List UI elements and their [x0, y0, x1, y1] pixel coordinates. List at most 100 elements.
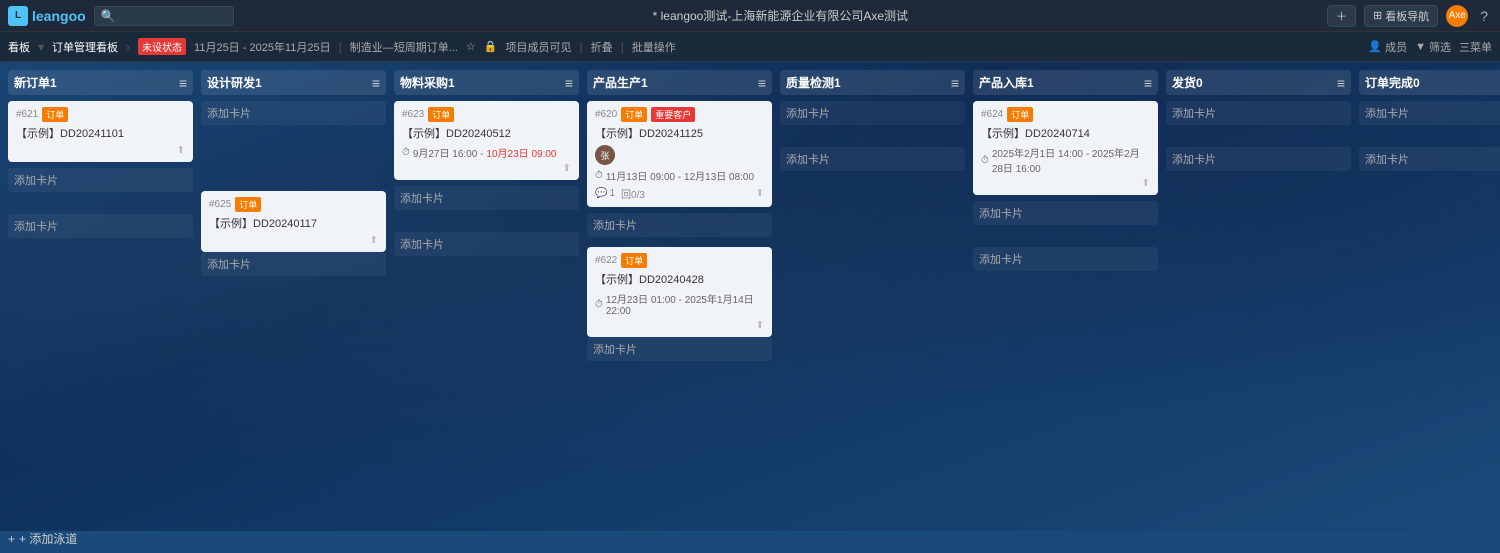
top-navigation: L leangoo 🔍 * leangoo测试-上海新能源企业有限公司Axe测试…	[0, 0, 1500, 32]
card-dd20240714[interactable]: #624 订单 【示例】DD20240714 ⏱ 2025年2月1日 14:00…	[973, 101, 1158, 195]
card-archive-623[interactable]: ⬆	[563, 163, 571, 174]
card-tag-625: 订单	[235, 197, 261, 212]
plus-button[interactable]: ＋	[1327, 5, 1356, 27]
card-tag-row-624: #624 订单	[981, 107, 1150, 122]
column-complete: 订单完成0 ≡ 添加卡片 添加卡片	[1359, 70, 1500, 514]
board-nav-label: 看板导航	[1385, 8, 1429, 24]
add-card-col5-row2[interactable]: 添加卡片	[780, 147, 965, 171]
toolbar-member[interactable]: 👤 成员	[1368, 39, 1407, 55]
add-card-col5[interactable]: 添加卡片	[780, 101, 965, 125]
column-title-shipping: 发货0	[1172, 74, 1203, 91]
add-card-col6-row2[interactable]: 添加卡片	[973, 247, 1158, 271]
card-dd20241125[interactable]: #620 订单 重要客户 【示例】DD20241125 张 ⏱ 11月13日 0…	[587, 101, 772, 207]
toolbar-visibility[interactable]: 项目成员可见	[505, 39, 571, 55]
toolbar-industry[interactable]: 制造业—短周期订单...	[350, 39, 458, 55]
plus-lane-icon: +	[8, 532, 15, 546]
column-title-warehouse: 产品入库1	[979, 74, 1034, 91]
status-badge: 未设状态	[138, 38, 186, 55]
add-card-col3-row2[interactable]: 添加卡片	[394, 232, 579, 256]
column-title-procurement: 物料采购1	[400, 74, 455, 91]
column-header-warehouse: 产品入库1 ≡	[973, 70, 1158, 95]
card-archive-624[interactable]: ⬆	[1142, 178, 1150, 189]
add-card-col1[interactable]: 添加卡片	[8, 168, 193, 192]
card-tag-620: 订单	[621, 107, 647, 122]
card-footer-623: ⬆	[402, 163, 571, 174]
add-card-col3[interactable]: 添加卡片	[394, 186, 579, 210]
column-menu-icon-ship[interactable]: ≡	[1337, 75, 1345, 91]
card-archive-620[interactable]: ⬆	[756, 188, 764, 199]
add-card-col8[interactable]: 添加卡片	[1359, 101, 1500, 125]
column-menu-icon-wh[interactable]: ≡	[1144, 75, 1152, 91]
clock-icon-620: ⏱	[595, 170, 603, 181]
logo[interactable]: L leangoo	[8, 6, 86, 26]
card-tag-row-625: #625 订单	[209, 197, 378, 212]
toolbar-filter[interactable]: ▼ 筛选	[1415, 39, 1451, 55]
card-footer-624: ⬆	[981, 178, 1150, 189]
card-avatar-zhang: 张	[595, 145, 615, 165]
add-card-col8-row2[interactable]: 添加卡片	[1359, 147, 1500, 171]
card-tag-order: 订单	[42, 107, 68, 122]
logo-text: leangoo	[32, 8, 86, 24]
column-menu-icon[interactable]: ≡	[179, 75, 187, 91]
search-box[interactable]: 🔍	[94, 6, 234, 26]
card-date-622: ⏱ 12月23日 01:00 - 2025年1月14日 22:00	[595, 291, 764, 317]
toolbar-right: 👤 成员 ▼ 筛选 三菜单	[1368, 39, 1492, 55]
toolbar-status[interactable]: 未设状态	[138, 38, 186, 55]
add-card-col4-row2[interactable]: 添加卡片	[587, 337, 772, 361]
toolbar-star[interactable]: ☆	[466, 40, 476, 53]
add-card-col7[interactable]: 添加卡片	[1166, 101, 1351, 125]
card-archive-625[interactable]: ⬆	[370, 235, 378, 246]
column-menu-icon-proc[interactable]: ≡	[565, 75, 573, 91]
add-card-col7-row2[interactable]: 添加卡片	[1166, 147, 1351, 171]
toolbar-lock: 🔒	[484, 40, 498, 53]
toolbar-batch[interactable]: 批量操作	[632, 39, 676, 55]
column-title-complete: 订单完成0	[1365, 74, 1420, 91]
logo-icon: L	[8, 6, 28, 26]
column-shipping: 发货0 ≡ 添加卡片 添加卡片	[1166, 70, 1351, 514]
toolbar-fold[interactable]: 折叠	[591, 39, 613, 55]
card-title-624: 【示例】DD20240714	[981, 125, 1150, 141]
add-card-col1-row2[interactable]: 添加卡片	[8, 214, 193, 238]
search-input[interactable]	[120, 10, 227, 22]
card-title: 【示例】DD20241101	[16, 125, 185, 141]
comment-icon: 💬	[595, 188, 607, 199]
card-tag-row-620: #620 订单 重要客户	[595, 107, 764, 122]
add-card-col2-top[interactable]: 添加卡片	[201, 101, 386, 125]
column-new-order: 新订单1 ≡ #621 订单 【示例】DD20241101 ⬆ 添加卡片 添加卡…	[8, 70, 193, 514]
card-tag-row: #621 订单	[16, 107, 185, 122]
card-dd20240428[interactable]: #622 订单 【示例】DD20240428 ⏱ 12月23日 01:00 - …	[587, 247, 772, 337]
toolbar-date-range[interactable]: 11月25日 - 2025年11月25日	[194, 39, 331, 55]
card-date-624: ⏱ 2025年2月1日 14:00 - 2025年2月28日 16:00	[981, 145, 1150, 175]
column-header-design: 设计研发1 ≡	[201, 70, 386, 95]
column-title-quality: 质量检测1	[786, 74, 841, 91]
card-dd20241101[interactable]: #621 订单 【示例】DD20241101 ⬆	[8, 101, 193, 162]
card-id-624: #624	[981, 109, 1003, 120]
toolbar-board[interactable]: 看板	[8, 39, 30, 55]
help-button[interactable]: ?	[1476, 6, 1492, 26]
card-dd20240117[interactable]: #625 订单 【示例】DD20240117 ⬆	[201, 191, 386, 252]
filter-icon: ▼	[1415, 41, 1426, 53]
grid-button[interactable]: ⊞ 看板导航	[1364, 5, 1438, 27]
column-menu-icon-prod[interactable]: ≡	[758, 75, 766, 91]
clock-icon-624: ⏱	[981, 155, 989, 166]
add-lane-button[interactable]: + + 添加泳道	[0, 524, 1500, 553]
add-card-col6[interactable]: 添加卡片	[973, 201, 1158, 225]
board-area: 新订单1 ≡ #621 订单 【示例】DD20241101 ⬆ 添加卡片 添加卡…	[0, 62, 1500, 522]
card-dd20240512[interactable]: #623 订单 【示例】DD20240512 ⏱ 9月27日 16:00 - 1…	[394, 101, 579, 180]
card-footer: ⬆	[16, 145, 185, 156]
card-archive-icon[interactable]: ⬆	[177, 145, 185, 156]
avatar[interactable]: Axe	[1446, 5, 1468, 27]
card-tag-row-623: #623 订单	[402, 107, 571, 122]
add-card-col2-row2[interactable]: 添加卡片	[201, 252, 386, 276]
card-footer-625: ⬆	[209, 235, 378, 246]
card-tag-623: 订单	[428, 107, 454, 122]
card-archive-622[interactable]: ⬆	[756, 320, 764, 331]
card-date-620: ⏱ 11月13日 09:00 - 12月13日 08:00	[595, 168, 764, 183]
column-menu-icon-quality[interactable]: ≡	[951, 75, 959, 91]
toolbar-plan-title[interactable]: 订单管理看板	[52, 39, 118, 55]
column-menu-icon-design[interactable]: ≡	[372, 75, 380, 91]
add-card-col4[interactable]: 添加卡片	[587, 213, 772, 237]
clock-icon-622: ⏱	[595, 299, 603, 310]
search-icon: 🔍	[101, 9, 116, 23]
toolbar-menu[interactable]: 三菜单	[1459, 39, 1492, 55]
